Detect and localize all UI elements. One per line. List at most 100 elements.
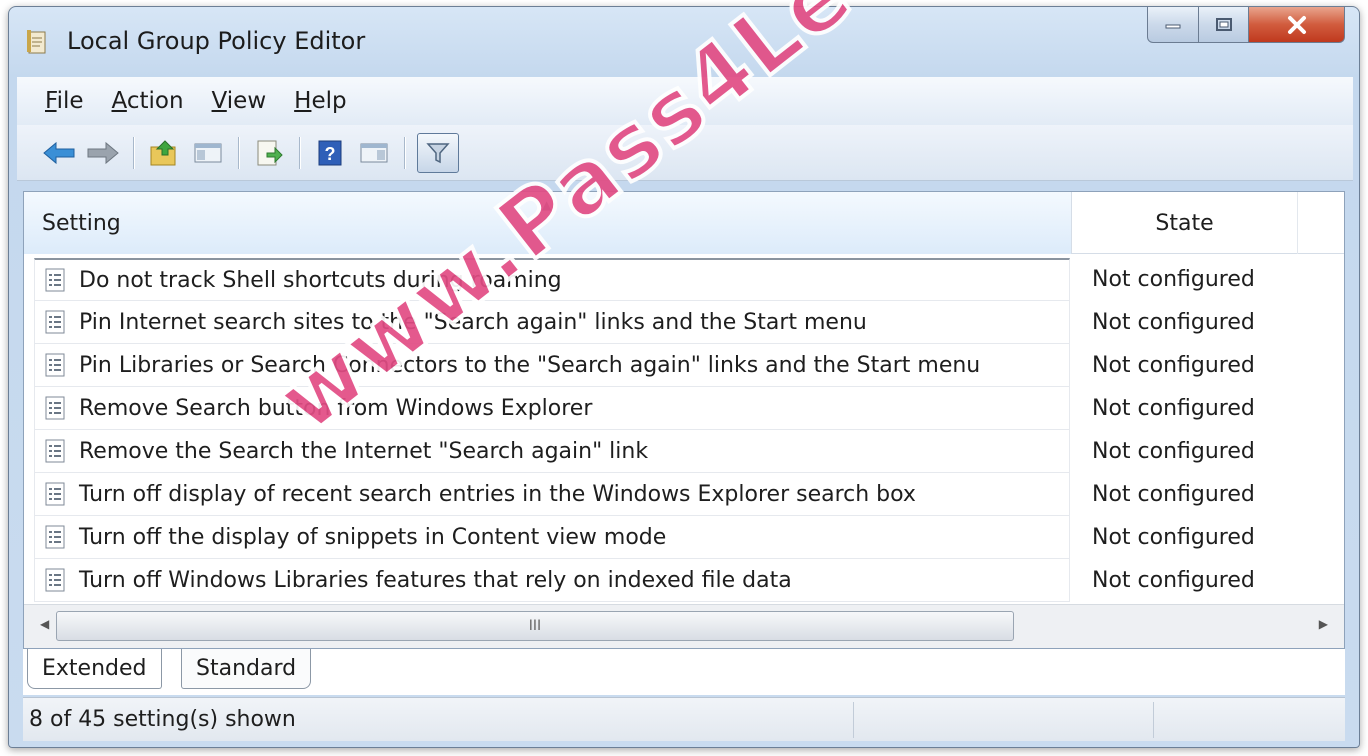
menu-view-label: iew [226, 88, 267, 114]
help-icon: ? [318, 140, 342, 165]
tab-standard[interactable]: Standard [181, 649, 312, 689]
setting-cell[interactable]: Remove Search button from Windows Explor… [34, 387, 1070, 430]
forward-arrow-icon [87, 141, 119, 164]
setting-state: Not configured [1092, 568, 1255, 593]
view-tabs: Extended Standard [23, 649, 1345, 695]
minimize-button[interactable] [1147, 7, 1199, 43]
table-row[interactable]: Remove the Search the Internet "Search a… [24, 430, 1344, 473]
scrollbar-grip: III [528, 618, 542, 634]
maximize-button[interactable] [1199, 7, 1249, 43]
filter-icon [426, 142, 450, 163]
menu-action-label: ction [126, 88, 184, 114]
menu-help-accel: H [294, 88, 312, 114]
setting-state: Not configured [1092, 439, 1255, 464]
table-row[interactable]: Do not track Shell shortcuts during roam… [24, 258, 1344, 301]
help-button[interactable]: ? [312, 135, 348, 171]
policy-setting-icon [45, 268, 65, 292]
menu-help-label: elp [311, 88, 347, 114]
show-hide-action-pane-button[interactable] [356, 135, 392, 171]
tab-standard-label: Standard [196, 656, 297, 681]
policy-setting-icon [45, 568, 65, 592]
settings-rows: Do not track Shell shortcuts during roam… [24, 258, 1344, 602]
sort-ascending-icon: ▲ [542, 198, 552, 212]
setting-name: Pin Libraries or Search Connectors to th… [79, 352, 981, 378]
toolbar-separator [133, 136, 134, 169]
setting-name: Turn off Windows Libraries features that… [79, 567, 792, 593]
status-text: 8 of 45 setting(s) shown [29, 707, 296, 732]
close-icon [1287, 15, 1306, 34]
tab-extended[interactable]: Extended [27, 649, 162, 689]
menu-file-accel: F [45, 88, 57, 114]
export-list-button[interactable] [251, 135, 287, 171]
column-header-row: Setting ▲ State [24, 192, 1344, 254]
setting-state: Not configured [1092, 525, 1255, 550]
policy-setting-icon [45, 482, 65, 506]
setting-cell[interactable]: Turn off display of recent search entrie… [34, 473, 1070, 516]
scroll-left-arrow-icon[interactable]: ◀ [40, 617, 49, 631]
status-divider [853, 702, 854, 738]
setting-cell[interactable]: Remove the Search the Internet "Search a… [34, 430, 1070, 473]
svg-text:?: ? [325, 144, 336, 164]
table-row[interactable]: Turn off display of recent search entrie… [24, 473, 1344, 516]
back-button[interactable] [41, 135, 77, 171]
setting-cell[interactable]: Turn off the display of snippets in Cont… [34, 516, 1070, 559]
column-header-state[interactable]: State [1072, 192, 1298, 254]
tab-extended-label: Extended [42, 656, 147, 681]
table-row[interactable]: Remove Search button from Windows Explor… [24, 387, 1344, 430]
back-arrow-icon [43, 141, 75, 164]
setting-state: Not configured [1092, 310, 1255, 335]
export-list-icon [257, 140, 283, 165]
table-row[interactable]: Turn off Windows Libraries features that… [24, 559, 1344, 602]
setting-state: Not configured [1092, 353, 1255, 378]
menu-action[interactable]: Action [112, 88, 184, 114]
menu-view[interactable]: View [212, 88, 267, 114]
column-header-setting-label: Setting [42, 210, 121, 236]
setting-state: Not configured [1092, 267, 1255, 292]
scroll-right-arrow-icon[interactable]: ▶ [1319, 617, 1328, 631]
setting-cell[interactable]: Pin Libraries or Search Connectors to th… [34, 344, 1070, 387]
menu-action-accel: A [111, 88, 127, 114]
menu-file[interactable]: File [45, 88, 84, 114]
setting-name: Turn off the display of snippets in Cont… [79, 524, 667, 550]
policy-setting-icon [45, 353, 65, 377]
column-header-state-label: State [1155, 210, 1214, 236]
close-button[interactable] [1249, 7, 1345, 43]
setting-name: Do not track Shell shortcuts during roam… [79, 267, 562, 293]
table-row[interactable]: Pin Libraries or Search Connectors to th… [24, 344, 1344, 387]
menu-file-label: ile [56, 88, 84, 114]
title-bar[interactable]: Local Group Policy Editor [9, 7, 1359, 69]
window-title: Local Group Policy Editor [67, 27, 366, 55]
table-row[interactable]: Pin Internet search sites to the "Search… [24, 301, 1344, 344]
settings-list-view: Setting ▲ State Do not track Shell short… [23, 191, 1345, 649]
policy-editor-window: Local Group Policy Editor File Action Vi… [8, 6, 1360, 748]
policy-editor-app-icon [27, 29, 49, 55]
window-controls [1147, 7, 1345, 43]
policy-setting-icon [45, 396, 65, 420]
menu-bar: File Action View Help [17, 77, 1353, 125]
setting-cell[interactable]: Do not track Shell shortcuts during roam… [34, 258, 1070, 301]
toolbar-separator [238, 136, 239, 169]
filter-button[interactable] [417, 132, 459, 173]
table-row[interactable]: Turn off the display of snippets in Cont… [24, 516, 1344, 559]
menu-view-accel: V [211, 88, 227, 114]
show-hide-tree-button[interactable] [190, 135, 226, 171]
setting-name: Remove Search button from Windows Explor… [79, 395, 593, 421]
maximize-icon [1215, 17, 1232, 31]
menu-help[interactable]: Help [294, 88, 346, 114]
show-hide-action-pane-icon [360, 143, 388, 162]
up-one-level-button[interactable] [146, 135, 182, 171]
forward-button[interactable] [85, 135, 121, 171]
toolbar-separator [299, 136, 300, 169]
policy-setting-icon [45, 310, 65, 334]
setting-name: Pin Internet search sites to the "Search… [79, 309, 867, 335]
scrollbar-thumb[interactable]: III [56, 611, 1014, 641]
setting-cell[interactable]: Turn off Windows Libraries features that… [34, 559, 1070, 602]
policy-setting-icon [45, 439, 65, 463]
toolbar: ? [17, 125, 1353, 181]
setting-name: Remove the Search the Internet "Search a… [79, 438, 649, 464]
setting-cell[interactable]: Pin Internet search sites to the "Search… [34, 301, 1070, 344]
show-hide-tree-icon [194, 143, 222, 162]
setting-name: Turn off display of recent search entrie… [79, 481, 916, 507]
toolbar-separator [404, 136, 405, 169]
horizontal-scrollbar[interactable]: ◀ III ▶ [24, 604, 1344, 648]
